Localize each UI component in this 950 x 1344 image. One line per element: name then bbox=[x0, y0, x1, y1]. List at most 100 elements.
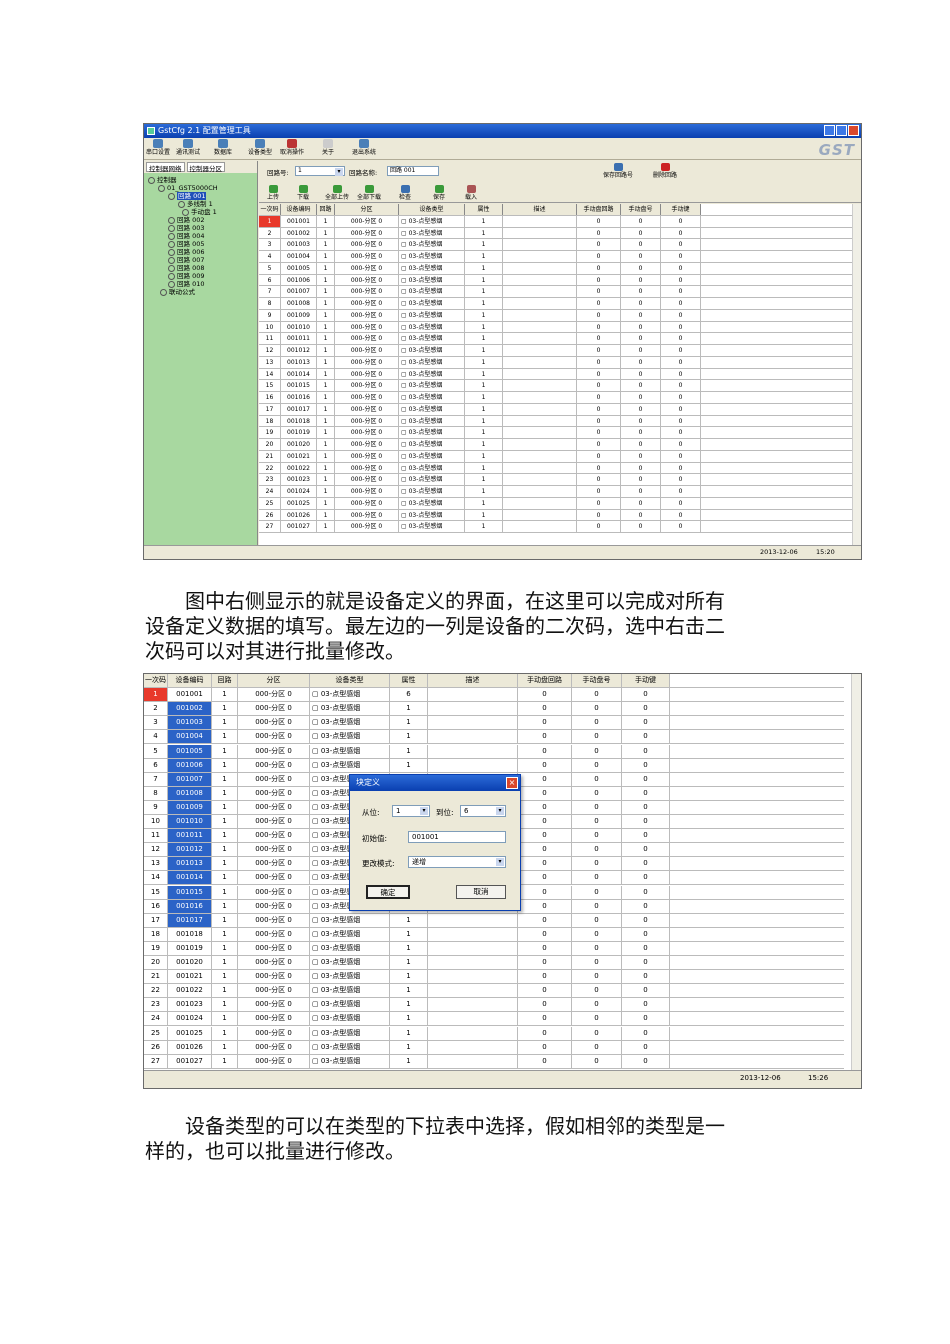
column-header[interactable]: 回路 bbox=[317, 204, 335, 215]
table-cell[interactable]: 001023 bbox=[281, 474, 317, 485]
table-cell[interactable]: 0 bbox=[572, 1026, 622, 1040]
table-cell[interactable]: 000-分区 0 bbox=[238, 843, 310, 857]
table-cell[interactable]: 0 bbox=[661, 497, 701, 509]
table-cell[interactable]: 0 bbox=[621, 427, 661, 438]
table-cell[interactable] bbox=[428, 956, 518, 970]
ok-button[interactable]: 确定 bbox=[366, 885, 410, 899]
table-cell[interactable]: 9 bbox=[259, 309, 281, 321]
table-cell[interactable]: 0 bbox=[622, 1012, 670, 1026]
table-cell[interactable]: 1 bbox=[212, 857, 238, 871]
database-button[interactable]: 数据库 bbox=[214, 139, 232, 156]
table-cell[interactable]: 000-分区 0 bbox=[335, 227, 399, 239]
table-cell[interactable]: 0 bbox=[577, 215, 621, 227]
table-cell[interactable]: 21 bbox=[144, 970, 168, 984]
table-cell[interactable] bbox=[503, 462, 577, 474]
table-cell[interactable]: 0 bbox=[577, 439, 621, 450]
table-cell[interactable]: 4 bbox=[259, 251, 281, 262]
table-cell[interactable]: 1 bbox=[465, 392, 503, 403]
table-cell[interactable]: 001016 bbox=[168, 899, 212, 913]
column-header[interactable]: 一次码 bbox=[144, 674, 168, 688]
table-cell[interactable]: 5 bbox=[144, 744, 168, 758]
table-cell[interactable]: 000-分区 0 bbox=[335, 239, 399, 250]
table-cell[interactable] bbox=[503, 309, 577, 321]
table-cell[interactable] bbox=[428, 1026, 518, 1040]
table-cell[interactable]: 001017 bbox=[168, 913, 212, 927]
table-row[interactable]: 21 001021 1 000-分区 0 ▢ 03-点型感烟 1 0 0 0 bbox=[259, 450, 852, 463]
table-cell[interactable]: 0 bbox=[621, 239, 661, 250]
serial-settings-button[interactable]: 串口设置 bbox=[146, 139, 170, 156]
minimize-button[interactable] bbox=[824, 125, 835, 136]
table-cell[interactable]: 000-分区 0 bbox=[335, 474, 399, 485]
table-cell[interactable]: 0 bbox=[518, 941, 572, 955]
table-cell[interactable]: 0 bbox=[572, 730, 622, 744]
table-cell[interactable]: 7 bbox=[144, 772, 168, 786]
table-cell[interactable]: 1 bbox=[317, 286, 335, 297]
table-row[interactable]: 160010161000-分区 0▢ 03-点型感烟1000 bbox=[259, 392, 852, 404]
table-cell[interactable]: 23 bbox=[144, 998, 168, 1012]
table-cell[interactable]: ▢ 03-点型感烟 bbox=[399, 380, 465, 391]
table-cell[interactable]: 000-分区 0 bbox=[335, 274, 399, 286]
table-cell[interactable]: 000-分区 0 bbox=[335, 321, 399, 333]
table-cell[interactable]: ▢ 03-点型感烟 bbox=[399, 521, 465, 532]
table-cell[interactable]: 0 bbox=[577, 450, 621, 462]
table-cell[interactable]: 1 bbox=[465, 215, 503, 227]
table-cell[interactable]: 0 bbox=[622, 744, 670, 758]
table-cell[interactable]: 1 bbox=[317, 345, 335, 356]
table-cell[interactable]: 1 bbox=[317, 368, 335, 380]
exit-button[interactable]: 退出系统 bbox=[352, 139, 376, 156]
table-cell[interactable]: 0 bbox=[572, 716, 622, 730]
table-cell[interactable] bbox=[503, 262, 577, 274]
table-cell[interactable]: 1 bbox=[144, 688, 168, 702]
table-cell[interactable]: ▢ 03-点型感烟 bbox=[310, 730, 390, 744]
table-row[interactable]: 18 001018 1 000-分区 0 ▢ 03-点型感烟 1 0 0 0 bbox=[144, 927, 844, 942]
table-cell[interactable] bbox=[503, 486, 577, 497]
cancel-button[interactable]: 取消 bbox=[456, 885, 506, 899]
table-cell[interactable]: ▢ 03-点型感烟 bbox=[310, 688, 390, 702]
table-cell[interactable]: 25 bbox=[259, 497, 281, 509]
table-cell[interactable]: 13 bbox=[144, 857, 168, 871]
table-row[interactable]: 130010131000-分区 0▢ 03-点型感烟1000 bbox=[259, 356, 852, 369]
table-cell[interactable]: 4 bbox=[144, 730, 168, 744]
table-cell[interactable]: 000-分区 0 bbox=[238, 730, 310, 744]
table-cell[interactable]: 0 bbox=[577, 333, 621, 344]
table-cell[interactable]: ▢ 03-点型感烟 bbox=[399, 356, 465, 368]
table-cell[interactable]: 0 bbox=[572, 984, 622, 998]
table-cell[interactable]: 1 bbox=[317, 474, 335, 485]
table-cell[interactable]: 000-分区 0 bbox=[238, 786, 310, 800]
table-cell[interactable]: 25 bbox=[144, 1026, 168, 1040]
table-cell[interactable]: ▢ 03-点型感烟 bbox=[399, 251, 465, 262]
table-cell[interactable]: 1 bbox=[212, 800, 238, 814]
table-cell[interactable] bbox=[428, 702, 518, 716]
table-cell[interactable]: 18 bbox=[144, 927, 168, 941]
table-cell[interactable]: ▢ 03-点型感烟 bbox=[399, 286, 465, 297]
table-cell[interactable]: 0 bbox=[577, 286, 621, 297]
table-row[interactable]: 1 001001 1 000-分区 0 ▢ 03-点型感烟 6 0 0 0 bbox=[144, 688, 844, 703]
table-cell[interactable]: 0 bbox=[661, 450, 701, 462]
table-cell[interactable]: ▢ 03-点型感烟 bbox=[399, 239, 465, 250]
table-cell[interactable]: 0 bbox=[661, 521, 701, 532]
column-header[interactable]: 手动盘回路 bbox=[577, 204, 621, 215]
table-cell[interactable]: 0 bbox=[518, 730, 572, 744]
table-cell[interactable]: 0 bbox=[518, 913, 572, 927]
table-cell[interactable]: 000-分区 0 bbox=[238, 857, 310, 871]
table-cell[interactable]: 0 bbox=[621, 486, 661, 497]
table-cell[interactable]: 1 bbox=[465, 415, 503, 427]
table-cell[interactable]: 0 bbox=[661, 509, 701, 521]
table-cell[interactable]: 0 bbox=[621, 333, 661, 344]
table-cell[interactable]: 1 bbox=[212, 702, 238, 716]
table-cell[interactable]: 001004 bbox=[168, 730, 212, 744]
table-cell[interactable]: 0 bbox=[572, 772, 622, 786]
table-cell[interactable] bbox=[503, 415, 577, 427]
table-cell[interactable]: 000-分区 0 bbox=[238, 815, 310, 829]
table-cell[interactable]: 0 bbox=[621, 474, 661, 485]
table-cell[interactable]: ▢ 03-点型感烟 bbox=[399, 415, 465, 427]
tree-node[interactable]: 回路 005 bbox=[168, 240, 204, 248]
table-cell[interactable]: 000-分区 0 bbox=[335, 345, 399, 356]
table-cell[interactable]: 1 bbox=[212, 941, 238, 955]
table-cell[interactable]: 22 bbox=[144, 984, 168, 998]
table-row[interactable]: 27 001027 1 000-分区 0 ▢ 03-点型感烟 1 0 0 0 bbox=[259, 521, 852, 533]
table-cell[interactable]: 1 bbox=[317, 333, 335, 344]
table-cell[interactable]: 0 bbox=[572, 956, 622, 970]
table-cell[interactable]: ▢ 03-点型感烟 bbox=[310, 1040, 390, 1054]
table-cell[interactable] bbox=[503, 251, 577, 262]
